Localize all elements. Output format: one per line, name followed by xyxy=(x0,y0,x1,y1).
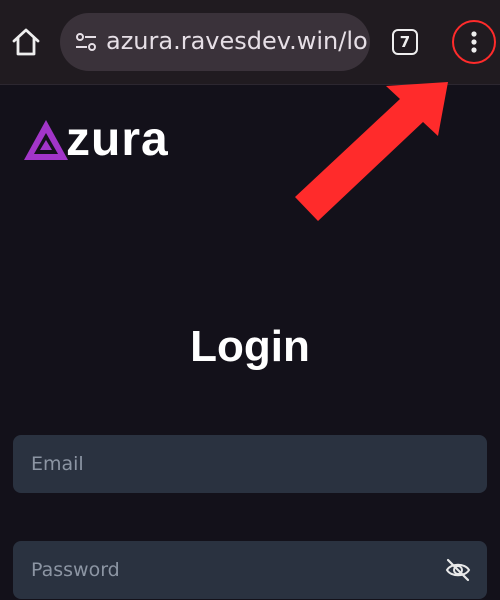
email-input[interactable] xyxy=(13,435,487,493)
logo-mark-icon xyxy=(24,120,68,160)
logo-text: zura xyxy=(66,113,169,166)
browser-menu-button[interactable] xyxy=(452,20,496,64)
address-bar[interactable]: azura.ravesdev.win/lo xyxy=(60,13,370,71)
annotation-arrow xyxy=(295,82,448,221)
more-vert-icon xyxy=(471,31,477,53)
home-icon xyxy=(12,28,40,56)
tab-count: 7 xyxy=(399,33,411,51)
tune-icon[interactable] xyxy=(74,30,98,54)
page-title: Login xyxy=(190,322,310,371)
email-field[interactable] xyxy=(13,435,487,493)
eye-off-icon[interactable] xyxy=(445,557,471,583)
home-button[interactable] xyxy=(8,24,44,60)
tab-switcher-button[interactable]: 7 xyxy=(392,29,418,55)
url-text: azura.ravesdev.win/lo xyxy=(106,27,368,55)
azura-logo: zura xyxy=(24,113,204,166)
browser-toolbar: azura.ravesdev.win/lo 7 xyxy=(0,0,500,85)
password-field[interactable] xyxy=(13,541,487,599)
password-input[interactable] xyxy=(13,541,487,599)
